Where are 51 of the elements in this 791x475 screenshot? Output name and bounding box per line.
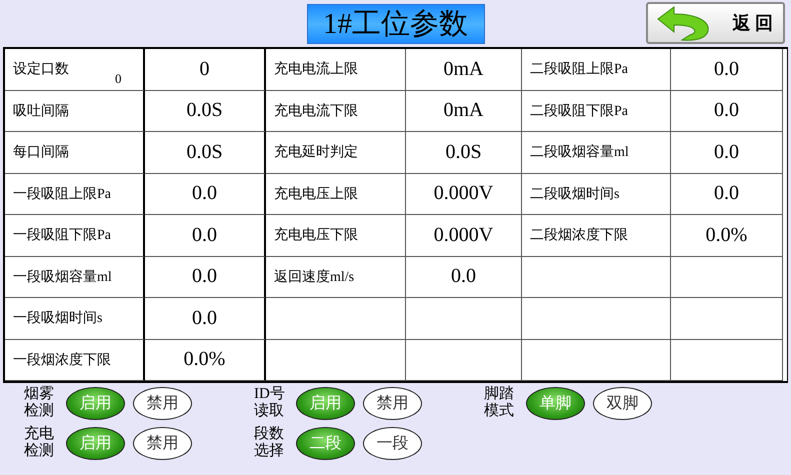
parameter-label: 充电电流上限 [274,60,358,78]
parameter-value: 0 [200,58,210,81]
option-button[interactable]: 双脚 [593,386,652,420]
parameter-label: 一段吸阻下限Pa [13,226,111,244]
parameter-label: 二段吸阻上限Pa [530,60,628,78]
parameter-value: 0.0 [714,140,739,164]
parameter-value: 0.0 [714,182,739,206]
parameter-label: 二段吸阻下限Pa [530,102,628,120]
parameter-label: 吸吐间隔 [13,102,69,120]
parameter-value: 0.0% [706,224,748,247]
option-button[interactable]: 禁用 [363,386,422,420]
toggle-label: ID号 读取 [254,386,286,420]
parameter-value: 0.000V [434,224,494,247]
page-title: 1#工位参数 [306,4,484,44]
parameter-value: 0.0 [714,58,739,81]
toggle-label: 脚踏 模式 [484,386,515,420]
parameter-label: 充电电流下限 [274,102,358,120]
option-button[interactable]: 禁用 [133,426,192,460]
option-button[interactable]: 禁用 [133,386,192,420]
parameter-value: 0.0 [192,265,217,288]
parameter-note: 0 [115,71,122,87]
parameter-label: 二段烟浓度下限 [530,226,628,244]
parameter-value: 0mA [444,58,484,81]
parameter-label: 充电电压上限 [274,185,358,203]
parameter-value: 0.0 [714,99,739,122]
toggle-label: 烟雾 检测 [24,386,55,420]
parameter-value: 0.0 [451,265,476,288]
parameter-value: 0.0 [192,182,217,206]
back-button[interactable]: 返 回 [646,2,785,44]
parameter-value: 0.0 [192,306,217,330]
parameter-label: 充电延时判定 [274,143,358,162]
parameter-value: 0.0S [445,140,482,164]
toggle-label: 段数 选择 [254,426,285,460]
parameter-label: 一段吸烟时间s [13,310,102,328]
parameter-value: 0.0% [184,348,226,372]
parameter-value: 0mA [444,99,484,122]
parameter-label: 一段吸阻上限Pa [13,186,111,203]
parameter-label: 一段烟浓度下限 [13,351,111,369]
parameter-label: 充电电压下限 [274,226,358,244]
parameter-label: 二段吸烟容量ml [530,143,629,162]
parameter-label: 二段吸烟时间s [530,186,620,203]
option-button[interactable]: 一段 [363,426,422,460]
parameter-value: 0.0S [186,140,223,164]
toggle-label: 充电 检测 [24,426,55,460]
parameter-label: 一段吸烟容量ml [13,268,112,286]
parameter-label: 返回速度ml/s [274,268,354,286]
parameter-value: 0.0 [192,224,217,247]
parameter-value: 0.000V [434,182,494,206]
parameter-label: 每口间隔 [13,144,69,162]
parameter-value: 0.0S [186,99,223,122]
parameter-label: 设定口数 [13,60,69,78]
